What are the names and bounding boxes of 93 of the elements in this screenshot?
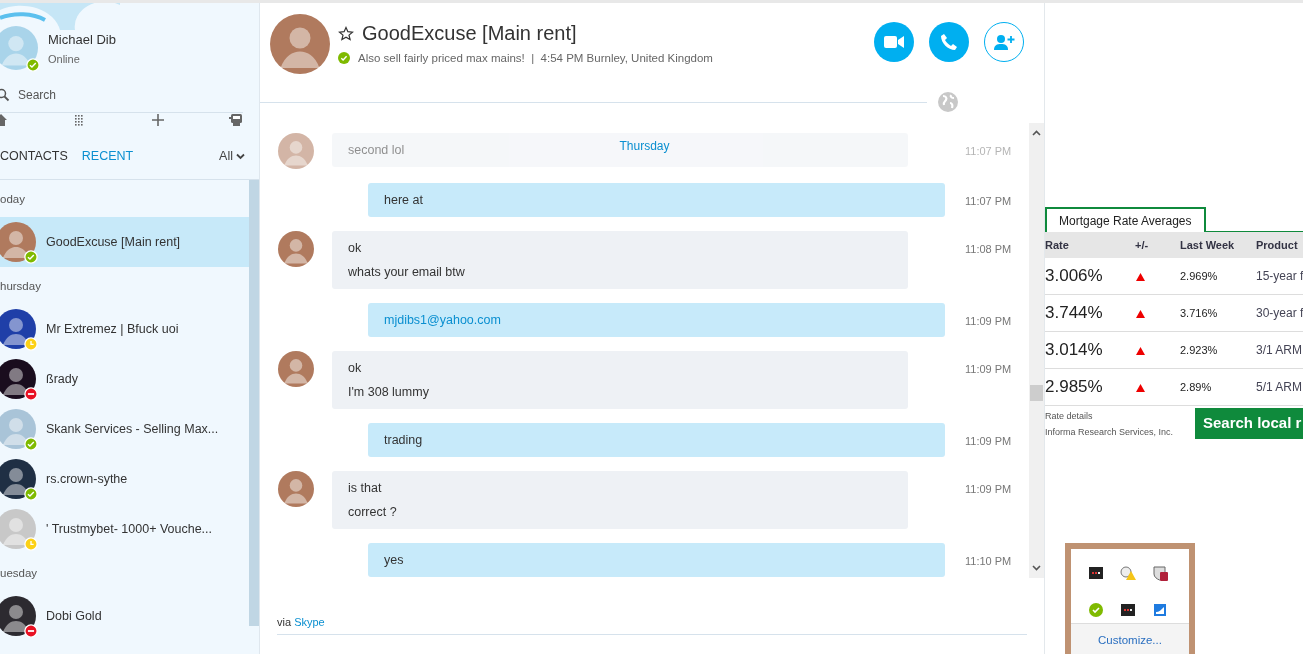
rate-cell-text: 3.006% (1045, 266, 1104, 286)
product-cell: 5/1 ARM (1256, 380, 1303, 394)
message-time: 11:10 PM (965, 554, 1013, 567)
message-time: 11:08 PM (965, 242, 1013, 255)
message-text: second lol (348, 143, 405, 157)
search-icon (0, 88, 10, 102)
chat-title: GoodExcuse [Main rent] (362, 22, 577, 45)
last-week-cell-text: 3.716% (1180, 307, 1219, 319)
search-button[interactable]: Search local r (1195, 408, 1303, 439)
scroll-down-icon[interactable] (1032, 563, 1041, 572)
column-header: Product (1256, 239, 1299, 251)
product-cell: 3/1 ARM (1256, 343, 1303, 357)
rate-cell-text: 3.744% (1045, 303, 1104, 323)
contact-item[interactable]: ' Trustmybet- 1000+ Vouche... (0, 504, 249, 554)
app-icon[interactable] (1088, 565, 1104, 581)
avatar-icon (0, 222, 36, 262)
date-heading: uesday (0, 566, 39, 581)
message-text: whats your email btw (348, 265, 465, 279)
column-header: Rate (1045, 239, 1070, 251)
scroll-thumb[interactable] (1030, 385, 1043, 401)
widget-tab[interactable]: Mortgage Rate Averages (1045, 207, 1206, 232)
avatar-icon (0, 596, 36, 636)
via-note: via Skype (277, 616, 1027, 635)
scrollbar[interactable] (1029, 123, 1044, 578)
last-week-cell-text: 2.923% (1180, 344, 1219, 356)
message-time: 11:09 PM (965, 362, 1013, 375)
user-name: Michael Dib (48, 31, 116, 47)
message-time: 11:09 PM (965, 434, 1013, 447)
last-week-cell-text: 2.969% (1180, 270, 1219, 282)
rate-details-link[interactable]: Rate details (1045, 408, 1195, 424)
avatar-icon (270, 14, 330, 74)
product-cell: 15-year f (1256, 269, 1303, 283)
skype-link[interactable]: Skype (294, 616, 325, 628)
add-icon[interactable] (150, 113, 165, 127)
message-text: here at (384, 193, 423, 207)
contact-item[interactable]: ßrady (0, 354, 249, 404)
message-text: I'm 308 lummy (348, 385, 429, 399)
app-icon[interactable] (1120, 602, 1136, 618)
phone-icon (940, 33, 958, 51)
caret-icon (236, 152, 245, 160)
source-text: Informa Research Services, Inc. (1045, 426, 1175, 439)
video-call-button[interactable] (874, 22, 914, 62)
add-person-icon (993, 34, 1015, 50)
date-heading: oday (0, 192, 26, 207)
product-cell: 30-year f (1256, 306, 1303, 320)
rate-cell-text: 3.014% (1045, 340, 1104, 360)
shield-icon[interactable] (1152, 565, 1168, 581)
warning-icon[interactable] (1120, 565, 1136, 581)
star-icon[interactable] (338, 25, 354, 42)
sync-icon[interactable] (1152, 602, 1168, 618)
contact-item[interactable]: Skank Services - Selling Max... (0, 404, 249, 454)
message-time: 11:07 PM (965, 144, 1013, 157)
mood-message: Also sell fairly priced max mains! | 4:54 PM Burnley, United Kingdom (358, 52, 713, 64)
last-week-cell-text: 2.89% (1180, 381, 1213, 393)
avatar-icon (278, 231, 314, 267)
avatar-icon (0, 409, 36, 449)
filter-dropdown[interactable]: All (219, 149, 245, 163)
avatar-icon (0, 26, 38, 70)
message-text: is that (348, 481, 382, 495)
avatar-icon (278, 133, 314, 169)
chat-status-icon[interactable] (1088, 602, 1104, 618)
message-text: yes (384, 553, 404, 567)
contact-item[interactable]: Mr Extremez | Bfuck uoi (0, 304, 249, 354)
message-text: trading (384, 433, 423, 447)
contact-item[interactable]: rs.crown-sythe (0, 454, 249, 504)
avatar-icon (0, 359, 36, 399)
column-header: Last Week (1180, 239, 1236, 251)
contact-item[interactable]: GoodExcuse [Main rent] (0, 217, 249, 267)
avatar-icon (278, 351, 314, 387)
scrollbar[interactable] (249, 180, 259, 626)
avatar-icon (0, 459, 36, 499)
column-header: +/- (1135, 239, 1150, 251)
day-divider: Thursday (619, 139, 670, 153)
rate-cell-text: 2.985% (1045, 377, 1104, 397)
scroll-up-icon[interactable] (1032, 129, 1041, 138)
avatar-icon (0, 309, 36, 349)
bot-icon[interactable] (229, 113, 243, 127)
message-text: correct ? (348, 505, 397, 519)
contact-item[interactable]: Dobi Gold (0, 591, 249, 641)
message-time: 11:09 PM (965, 482, 1013, 495)
add-contact-button[interactable] (984, 22, 1024, 62)
avatar-icon (278, 471, 314, 507)
message-text: ok (348, 361, 362, 375)
message-time: 11:07 PM (965, 194, 1013, 207)
search-field[interactable]: Search (18, 88, 57, 102)
date-heading: hursday (0, 279, 42, 294)
avatar-icon (0, 509, 36, 549)
user-status: Online (48, 52, 81, 65)
call-button[interactable] (929, 22, 969, 62)
message-time: 11:09 PM (965, 314, 1013, 327)
sidebar-tab[interactable]: CONTACTS (0, 149, 68, 163)
video-camera-icon (884, 35, 904, 49)
message-text: ok (348, 241, 362, 255)
